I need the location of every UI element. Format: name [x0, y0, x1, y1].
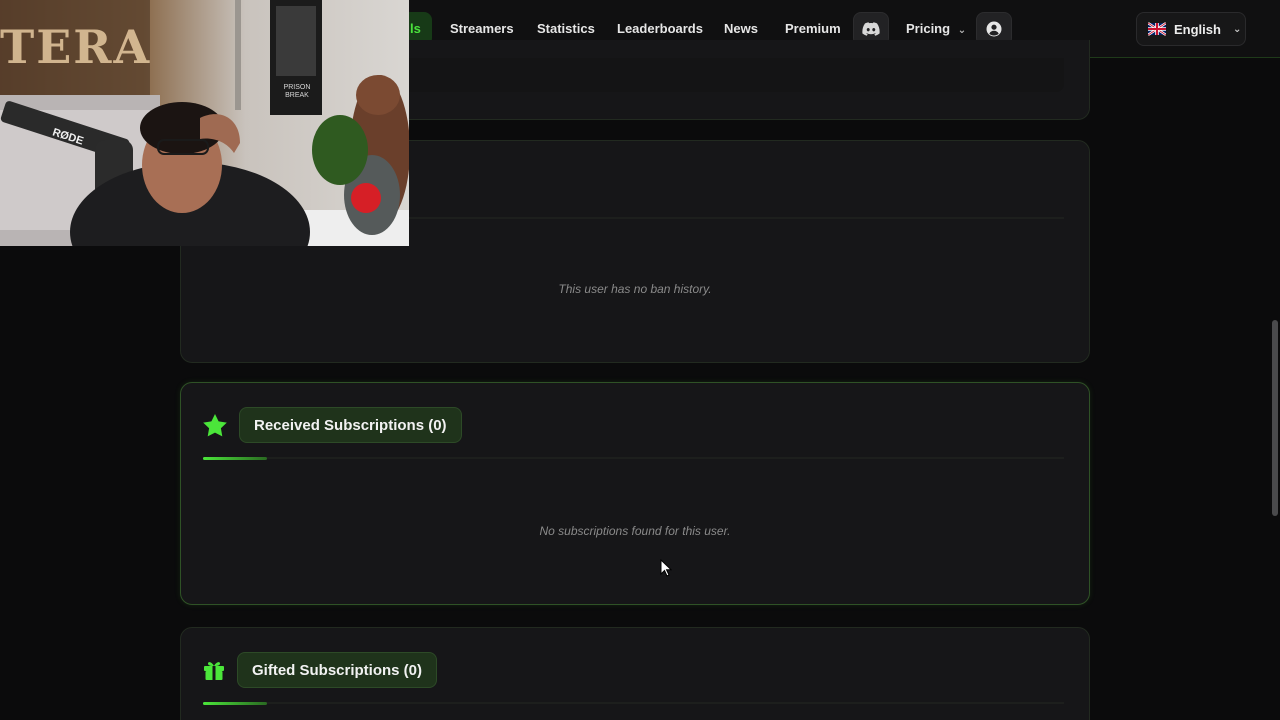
nav-active-label: ls: [410, 21, 421, 36]
gift-icon: [204, 662, 224, 680]
nav-item-premium[interactable]: Premium: [785, 18, 841, 40]
chevron-down-icon: ⌄: [1232, 23, 1242, 35]
star-icon: [203, 413, 227, 436]
received-subscriptions-title: Received Subscriptions (0): [239, 407, 462, 443]
nav-item-streamers[interactable]: Streamers: [450, 18, 514, 40]
webcam-sign-text: TERA: [0, 20, 152, 74]
received-subscriptions-empty-text: No subscriptions found for this user.: [539, 524, 731, 538]
page-scrollbar-thumb[interactable]: [1272, 320, 1278, 516]
received-subscriptions-card: Received Subscriptions (0) No subscripti…: [180, 382, 1090, 605]
gifted-subscriptions-header: Gifted Subscriptions (0): [203, 652, 438, 688]
language-selector[interactable]: English ⌄: [1136, 12, 1246, 46]
gifted-subscriptions-accent: [203, 702, 267, 705]
received-subscriptions-header: Received Subscriptions (0): [203, 407, 462, 443]
nav-item-statistics[interactable]: Statistics: [537, 18, 595, 40]
gifted-subscriptions-title: Gifted Subscriptions (0): [237, 652, 438, 688]
received-subscriptions-divider: [203, 457, 1064, 459]
chevron-down-icon: ⌄: [957, 25, 967, 36]
language-label: English: [1174, 21, 1221, 37]
uk-flag-icon: [1148, 22, 1166, 36]
gifted-subscriptions-card: Gifted Subscriptions (0): [180, 627, 1090, 720]
mouse-cursor-icon: [660, 559, 672, 577]
pricing-label: Pricing: [906, 21, 951, 36]
webcam-overlay: TERA RØDE PRISON BREAK: [0, 0, 409, 246]
nav-item-pricing[interactable]: Pricing ⌄: [906, 18, 966, 40]
nav-item-news[interactable]: News: [724, 18, 758, 40]
user-circle-icon: [986, 21, 1002, 37]
gifted-subscriptions-divider: [203, 702, 1064, 704]
webcam-poster-text: PRISON BREAK: [283, 84, 311, 99]
discord-icon: [862, 22, 880, 36]
received-subscriptions-accent: [203, 457, 267, 460]
nav-item-leaderboards[interactable]: Leaderboards: [617, 18, 703, 40]
ban-history-empty-text: This user has no ban history.: [558, 282, 712, 296]
